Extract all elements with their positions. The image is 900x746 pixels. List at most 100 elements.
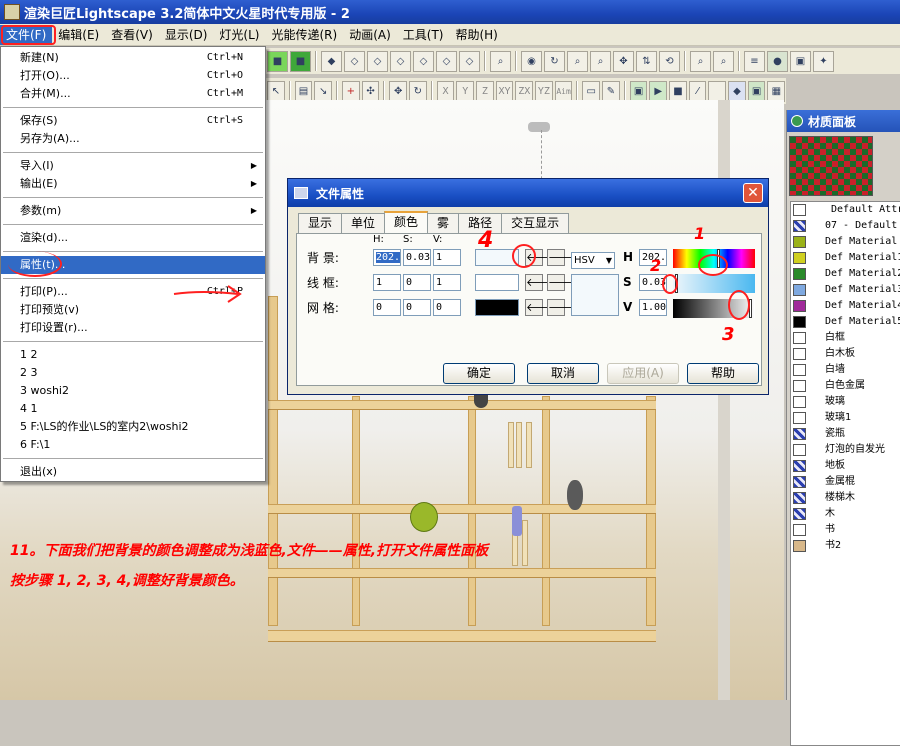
menu-help[interactable]: 帮助(H) [449,25,503,45]
zoom-disabled-icon[interactable]: ⌕ [490,50,511,72]
axis-y-button[interactable]: Y [456,80,475,102]
layers-icon[interactable]: ≡ [744,50,765,72]
paint-bucket-icon[interactable]: ◆ [321,50,342,72]
zoom-out-icon[interactable]: ⌕ [713,50,734,72]
material-list-item[interactable]: 瓷瓶 [791,426,900,442]
material-list-item[interactable]: 书 [791,522,900,538]
recent-file-4[interactable]: 4 1 [1,400,265,418]
recent-file-3[interactable]: 3 woshi2 [1,382,265,400]
apply-button[interactable]: 应用(A) [607,363,679,384]
aim-button[interactable]: Aim [554,80,573,102]
material-list-item[interactable]: Default Attr [791,202,900,218]
select-layer-icon[interactable]: ▤ [294,80,313,102]
stop-icon[interactable]: ■ [669,80,687,102]
close-icon[interactable]: ✕ [743,183,763,203]
background-s-input[interactable]: 0.03 [403,249,431,266]
shaded-cube-icon[interactable]: ■ [267,50,288,72]
material-list-item[interactable]: Def Material5 [791,314,900,330]
tab-display[interactable]: 显示 [298,213,343,233]
tab-interactive-display[interactable]: 交互显示 [501,213,570,233]
menu-item-open[interactable]: 打开(O)... Ctrl+O [1,67,265,85]
help-button[interactable]: 帮助 [687,363,759,384]
blocks-icon[interactable]: ▣ [790,50,811,72]
menu-item-new[interactable]: 新建(N) Ctrl+N [1,49,265,67]
material-list-item[interactable]: 地板 [791,458,900,474]
grid-h-input[interactable]: 0 [373,299,401,316]
menu-item-print-setup[interactable]: 打印设置(r)... [1,319,265,337]
material-list-item[interactable]: Def Material2 [791,266,900,282]
dolly-icon[interactable]: ⇅ [636,50,657,72]
cancel-button[interactable]: 取消 [527,363,599,384]
material-list-item[interactable]: Def Material4 [791,298,900,314]
wire-cube-icon[interactable]: ◇ [344,50,365,72]
move-icon[interactable]: ✥ [389,80,408,102]
wireframe-s-input[interactable]: 0 [403,274,431,291]
select-icon[interactable]: ↖ [267,80,285,102]
wireframe-color-swatch[interactable] [475,274,519,291]
menu-item-export[interactable]: 输出(E) ▶ [1,175,265,193]
material-list-item[interactable]: 玻璃1 [791,410,900,426]
process-icon[interactable]: ▣ [629,80,648,102]
material-list-item[interactable]: Def Material3 [791,282,900,298]
arrow-left-icon[interactable]: 🡐 [525,274,556,291]
menu-item-render[interactable]: 渲染(d)... [1,229,265,247]
go-icon[interactable]: ▶ [649,80,668,102]
rotate-icon[interactable]: ⟲ [659,50,680,72]
image-icon[interactable]: ▣ [747,80,766,102]
wireframe-v-input[interactable]: 1 [433,274,461,291]
menu-tools[interactable]: 工具(T) [397,25,450,45]
material-list-item[interactable]: 白木板 [791,346,900,362]
zoom-window-icon[interactable]: ⌕ [590,50,611,72]
material-list-item[interactable]: 楼梯木 [791,490,900,506]
camera-view-icon[interactable]: ▭ [582,80,601,102]
rotate-object-icon[interactable]: ↻ [409,80,427,102]
menu-display[interactable]: 显示(D) [159,25,214,45]
plane-zx-button[interactable]: ZX [515,80,534,102]
arrow-right-icon[interactable]: 🡒 [547,299,578,316]
menu-light[interactable]: 灯光(L) [213,25,265,45]
wire-cube-2-icon[interactable]: ◇ [367,50,388,72]
arrow-right-icon[interactable]: 🡒 [547,249,578,266]
recent-file-1[interactable]: 1 2 [1,346,265,364]
wireframe-h-input[interactable]: 1 [373,274,401,291]
remove-select-icon[interactable]: ✣ [361,80,380,102]
sphere-icon[interactable]: ◆ [728,80,746,102]
tab-color[interactable]: 颜色 [384,211,429,233]
add-select-icon[interactable]: + [342,80,360,102]
menu-animation[interactable]: 动画(A) [343,25,397,45]
material-list-item[interactable]: 白框 [791,330,900,346]
material-list-item[interactable]: 白墙 [791,362,900,378]
axis-x-button[interactable]: X [436,80,455,102]
menu-item-exit[interactable]: 退出(x) [1,463,265,481]
plane-yz-button[interactable]: YZ [535,80,553,102]
materials-icon[interactable]: ● [767,50,788,72]
material-list[interactable]: Default Attr 07 - Default Def Material Def … [790,201,900,746]
recent-file-6[interactable]: 6 F:\1 [1,436,265,454]
grid-s-input[interactable]: 0 [403,299,431,316]
material-list-item[interactable]: Def Material1 [791,250,900,266]
wand-icon[interactable]: ⁄ [688,80,707,102]
recent-file-5[interactable]: 5 F:\LS的作业\LS的室内2\woshi2 [1,418,265,436]
eye-icon[interactable]: ◉ [521,50,542,72]
grid-v-input[interactable]: 0 [433,299,461,316]
axis-z-button[interactable]: Z [476,80,494,102]
menu-item-save[interactable]: 保存(S) Ctrl+S [1,112,265,130]
plane-xy-button[interactable]: XY [495,80,514,102]
menu-item-merge[interactable]: 合并(M)... Ctrl+M [1,85,265,103]
menu-radiosity[interactable]: 光能传递(R) [265,25,343,45]
menu-item-import[interactable]: 导入(I) ▶ [1,157,265,175]
blank-icon[interactable] [708,80,727,102]
v-value-input[interactable]: 1.00 [639,299,667,316]
orbit-icon[interactable]: ↻ [544,50,565,72]
material-list-item[interactable]: 07 - Default [791,218,900,234]
background-h-input[interactable]: 202. [373,249,401,266]
display-icon[interactable]: ▦ [767,80,786,102]
edit-icon[interactable]: ✎ [602,80,620,102]
color-mode-select[interactable]: HSV ▼ [571,252,615,269]
zoom-extents-icon[interactable]: ⌕ [690,50,711,72]
tab-fog[interactable]: 雾 [427,213,460,233]
zoom-icon[interactable]: ⌕ [567,50,588,72]
solid-cube-icon[interactable]: ■ [290,50,311,72]
material-list-item[interactable]: 书2 [791,538,900,554]
material-list-item[interactable]: 白色金属 [791,378,900,394]
